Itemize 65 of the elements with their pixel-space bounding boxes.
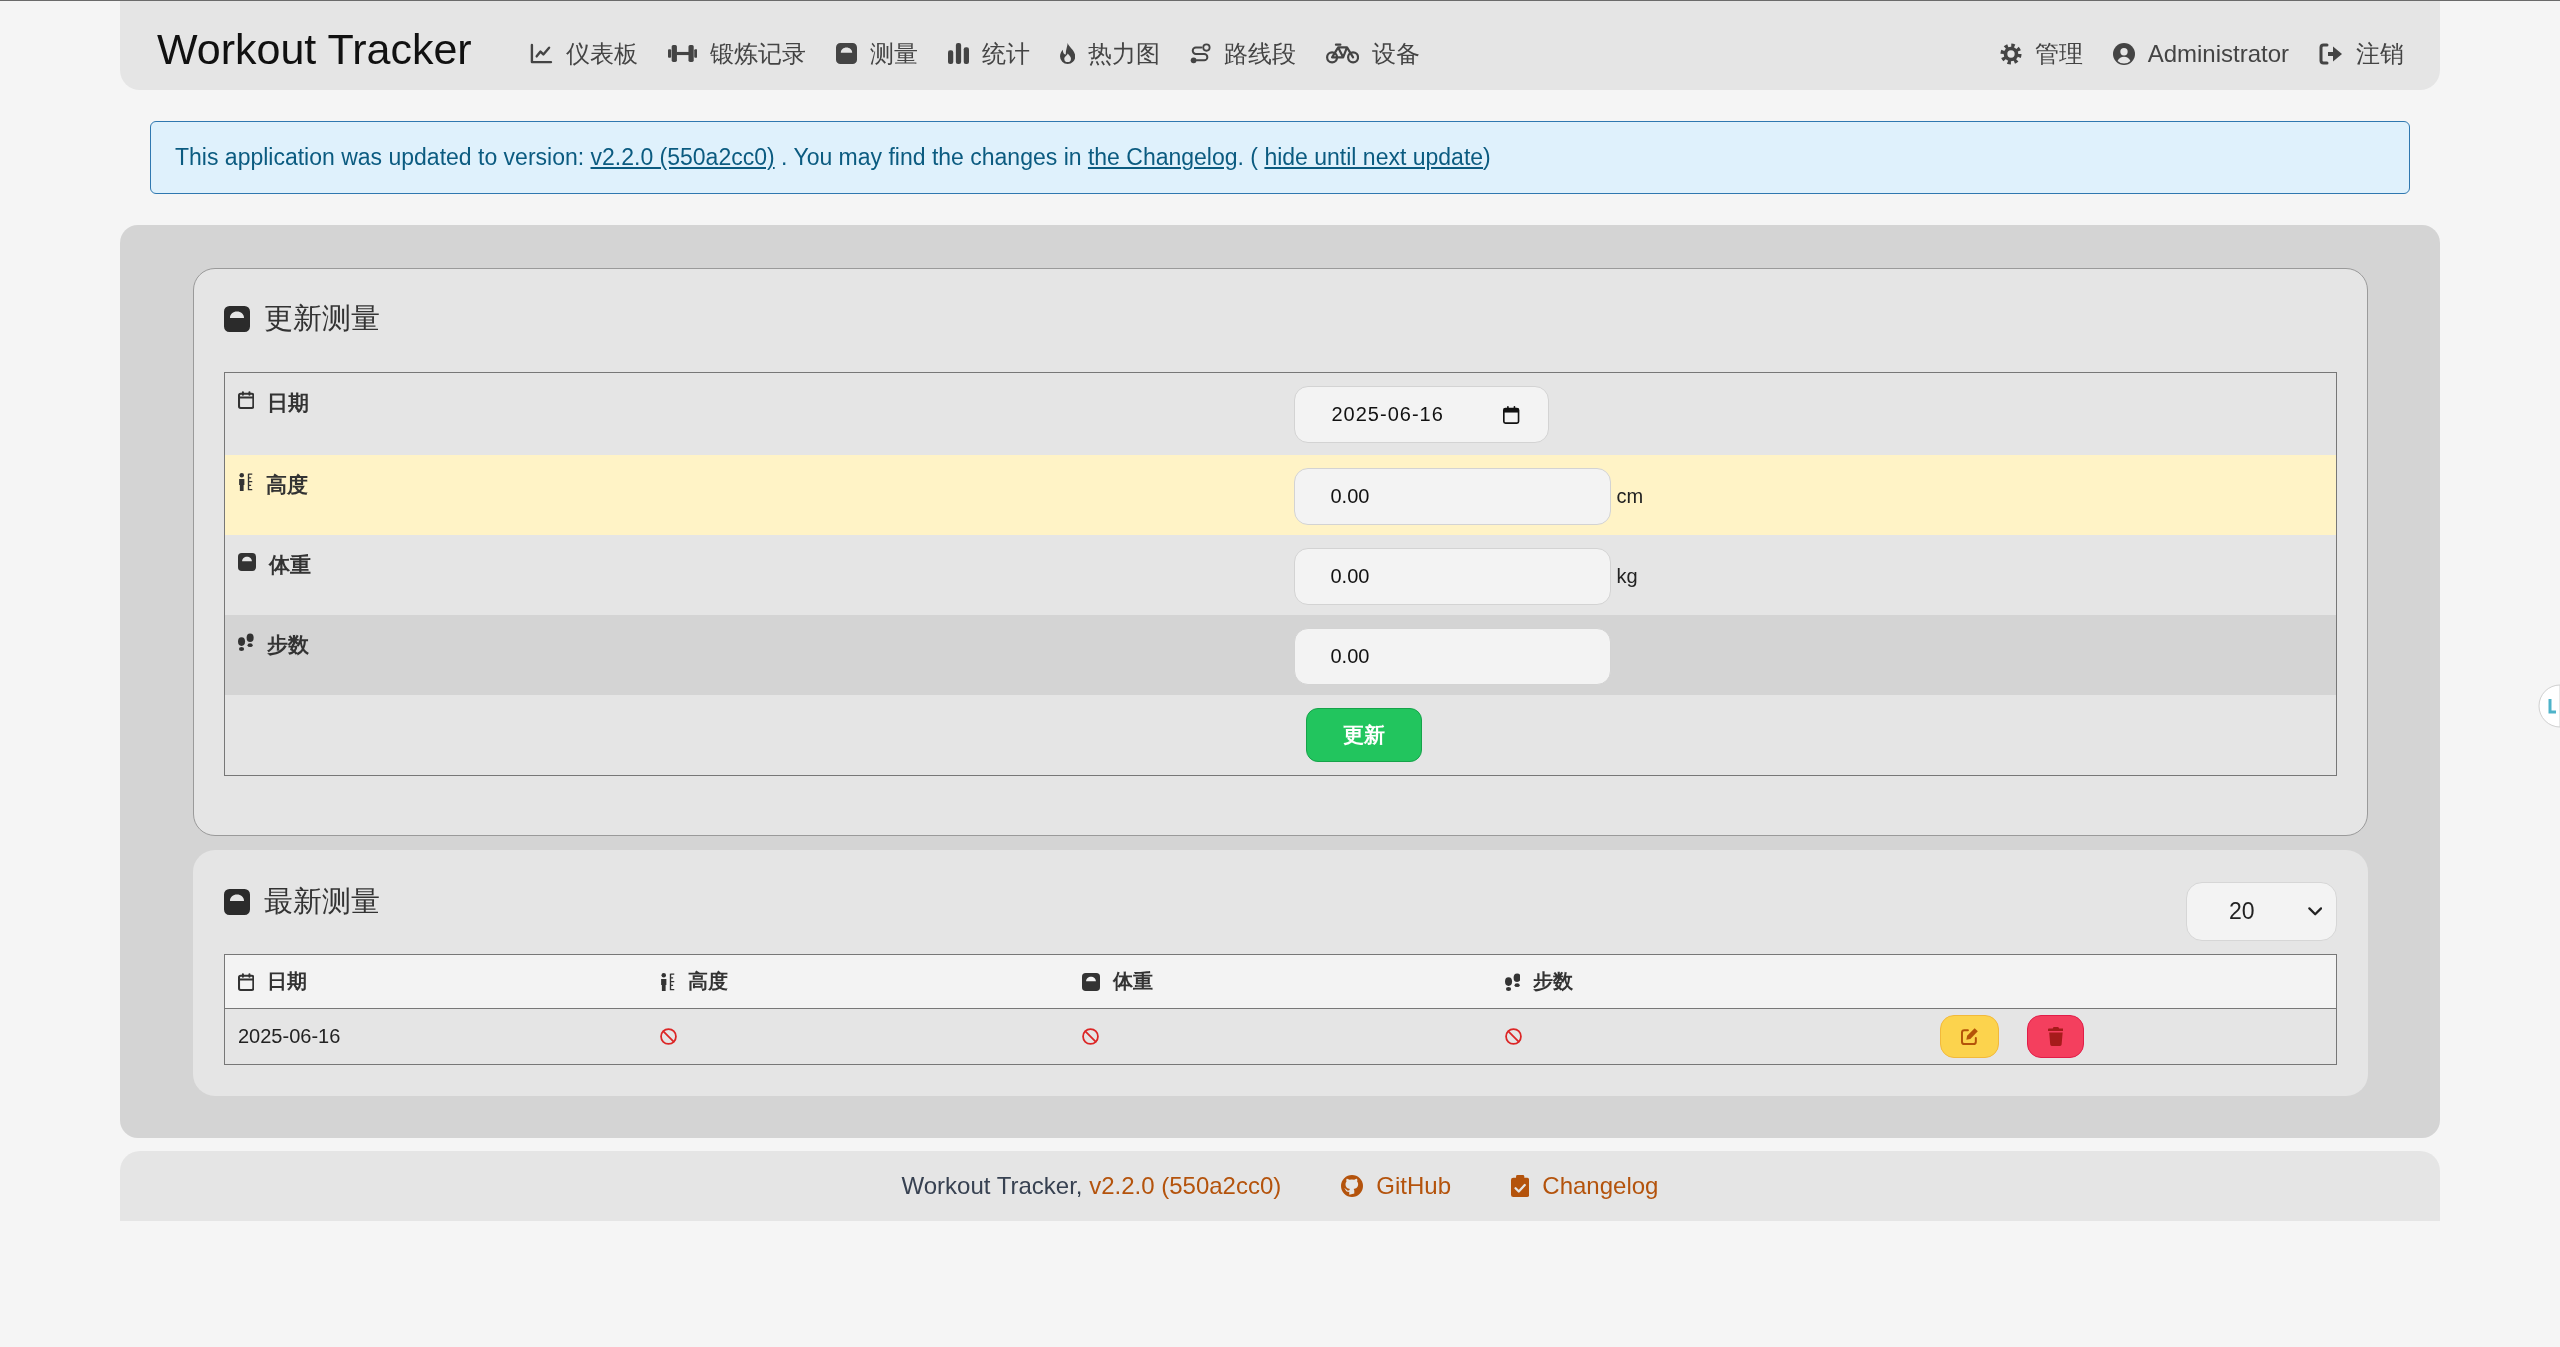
bicycle-icon [1326, 43, 1360, 64]
scale-icon [224, 306, 250, 332]
column-header: 日期 [267, 969, 308, 994]
app-title[interactable]: Workout Tracker [157, 25, 472, 74]
field-label: 日期 [267, 390, 310, 416]
table-cell: 2025-06-16 [224, 1008, 647, 1065]
page-size-select[interactable]: 20 [2186, 882, 2337, 941]
field-label: 体重 [269, 552, 311, 578]
column-header: 高度 [687, 969, 728, 994]
nav-link[interactable]: 注销 [2319, 37, 2404, 70]
logout-icon [2319, 42, 2343, 65]
edit-button[interactable] [1940, 1015, 2000, 1058]
input-field[interactable]: 0.00 [1293, 468, 1611, 525]
scale-icon [238, 553, 256, 571]
footer-link[interactable]: GitHub [1341, 1172, 1451, 1200]
footprints-icon [238, 633, 254, 651]
nav-link[interactable]: 测量 [835, 37, 918, 70]
scale-icon [835, 43, 857, 64]
calendar-icon [238, 972, 255, 991]
scale-icon [224, 889, 250, 915]
nav-link[interactable]: 仪表板 [529, 37, 638, 70]
nav-link[interactable]: 统计 [947, 37, 1030, 70]
dumbbell-icon [667, 43, 697, 64]
column-header: 步数 [1533, 969, 1574, 994]
unit-label: cm [1616, 484, 1644, 509]
version-link[interactable]: v2.2.0 (550a2cc0) [590, 144, 775, 170]
github-icon [1341, 1175, 1364, 1197]
user-avatar-icon [2112, 42, 2135, 65]
calendar-icon [238, 391, 255, 409]
input-field[interactable]: 0.00 [1293, 548, 1611, 605]
field-label: 高度 [266, 472, 308, 498]
hide-notice-link[interactable]: hide until next update [1264, 144, 1484, 170]
calendar-icon [1503, 405, 1520, 424]
section-title: 更新测量 [264, 301, 380, 336]
settings-icon [1999, 42, 2022, 65]
nav-link[interactable]: 热力图 [1059, 37, 1161, 70]
column-header: 体重 [1113, 969, 1154, 994]
nav-link[interactable]: 锻炼记录 [667, 37, 806, 70]
date-field[interactable]: 2025-06-16 [1293, 386, 1549, 443]
changelog-link[interactable]: the Changelog [1087, 144, 1238, 170]
edit-icon [1960, 1027, 1980, 1046]
version-link[interactable]: v2.2.0 (550a2cc0) [1089, 1172, 1282, 1199]
scale-icon [1082, 972, 1101, 991]
route-icon [1190, 43, 1212, 64]
flame-icon [1059, 43, 1076, 64]
footprints-icon [1504, 972, 1521, 991]
section-title: 最新测量 [264, 884, 380, 919]
unit-label: kg [1616, 564, 1638, 589]
notice-text: This application was updated to version: v2.2.0 (550a2cc0) . You may find the changes in the Changelog. ( hide until next update) [175, 144, 1491, 171]
person-ruler-icon [659, 972, 675, 991]
footer-link[interactable]: Changelog [1511, 1172, 1659, 1200]
trash-icon [2047, 1027, 2064, 1046]
person-ruler-icon [238, 473, 253, 491]
nav-link[interactable]: 路线段 [1190, 37, 1297, 70]
line-chart-icon [529, 43, 553, 64]
chevron-down-icon [2307, 907, 2322, 916]
nav-link[interactable]: 管理 [1999, 37, 2083, 70]
clipboard-check-icon [1511, 1175, 1530, 1197]
input-field[interactable]: 0.00 [1293, 628, 1611, 685]
delete-button[interactable] [2027, 1015, 2085, 1058]
nav-link[interactable]: 设备 [1326, 37, 1421, 70]
field-label: 步数 [266, 632, 309, 658]
bar-chart-icon [947, 43, 969, 64]
footer-credit: Workout Tracker, v2.2.0 (550a2cc0) [901, 1172, 1282, 1200]
nav-link[interactable]: Administrator [2112, 39, 2289, 68]
